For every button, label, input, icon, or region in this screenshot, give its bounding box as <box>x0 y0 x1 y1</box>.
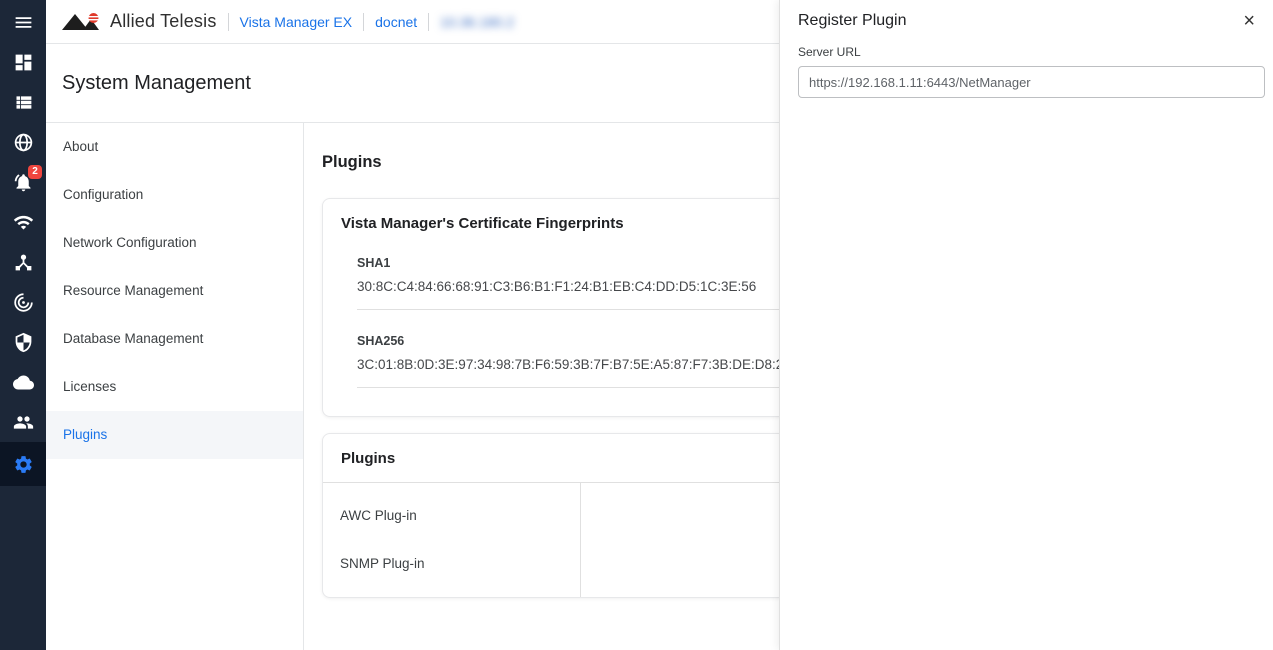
network-link[interactable]: docnet <box>375 14 417 30</box>
people-icon <box>13 412 34 433</box>
plugins-name-column: AWC Plug-in SNMP Plug-in <box>323 483 581 597</box>
sidebar-item-settings[interactable] <box>0 442 46 486</box>
nav-item-plugins[interactable]: Plugins <box>46 411 303 459</box>
nav-item-network-configuration[interactable]: Network Configuration <box>46 219 303 267</box>
panel-titlebar: Register Plugin × <box>798 0 1265 30</box>
topbar-separator <box>228 13 229 31</box>
hamburger-menu-icon <box>13 12 34 33</box>
nav-item-about[interactable]: About <box>46 123 303 171</box>
sidebar-item-events[interactable]: 2 <box>0 162 46 202</box>
sidebar-item-asset-list[interactable] <box>0 82 46 122</box>
register-plugin-panel: Register Plugin × Server URL <box>779 0 1273 650</box>
nav-item-database-management[interactable]: Database Management <box>46 315 303 363</box>
sidebar-item-network-services[interactable] <box>0 242 46 282</box>
plugin-row-snmp[interactable]: SNMP Plug-in <box>323 540 580 588</box>
wifi-icon <box>13 212 34 233</box>
device-hub-icon <box>13 252 34 273</box>
sidebar-item-security[interactable] <box>0 322 46 362</box>
dashboard-icon <box>13 52 34 73</box>
nav-item-configuration[interactable]: Configuration <box>46 171 303 219</box>
allied-telesis-logo-icon <box>61 10 103 34</box>
product-link[interactable]: Vista Manager EX <box>240 14 353 30</box>
sidebar-item-wireless[interactable] <box>0 202 46 242</box>
brand-name: Allied Telesis <box>110 11 217 32</box>
page-title: System Management <box>62 72 251 95</box>
gear-icon <box>13 454 34 475</box>
topbar-separator <box>428 13 429 31</box>
plugin-row-awc[interactable]: AWC Plug-in <box>323 492 580 540</box>
cloud-icon <box>13 372 34 393</box>
sidebar-item-menu[interactable] <box>0 2 46 42</box>
panel-title: Register Plugin <box>798 12 907 30</box>
topbar-separator <box>363 13 364 31</box>
sidebar-item-users[interactable] <box>0 402 46 442</box>
sidebar-item-cloud[interactable] <box>0 362 46 402</box>
shield-icon <box>13 332 34 353</box>
notifications-badge: 2 <box>28 165 42 179</box>
vortex-icon <box>13 292 34 313</box>
sidebar-item-traffic-monitoring[interactable] <box>0 282 46 322</box>
nav-item-licenses[interactable]: Licenses <box>46 363 303 411</box>
sidebar-item-network-map[interactable] <box>0 122 46 162</box>
redacted-address-link[interactable]: 10.36.180.2 <box>440 14 514 30</box>
server-url-input[interactable] <box>798 66 1265 98</box>
nav-item-resource-management[interactable]: Resource Management <box>46 267 303 315</box>
allied-telesis-logo[interactable]: Allied Telesis <box>61 10 217 34</box>
settings-nav: About Configuration Network Configuratio… <box>46 123 304 650</box>
server-url-label: Server URL <box>798 45 1265 59</box>
icon-sidebar: 2 <box>0 0 46 650</box>
sidebar-item-dashboard[interactable] <box>0 42 46 82</box>
close-icon[interactable]: × <box>1233 12 1265 30</box>
list-icon <box>13 92 34 113</box>
app-root: 2 <box>0 0 1273 650</box>
globe-icon <box>13 132 34 153</box>
